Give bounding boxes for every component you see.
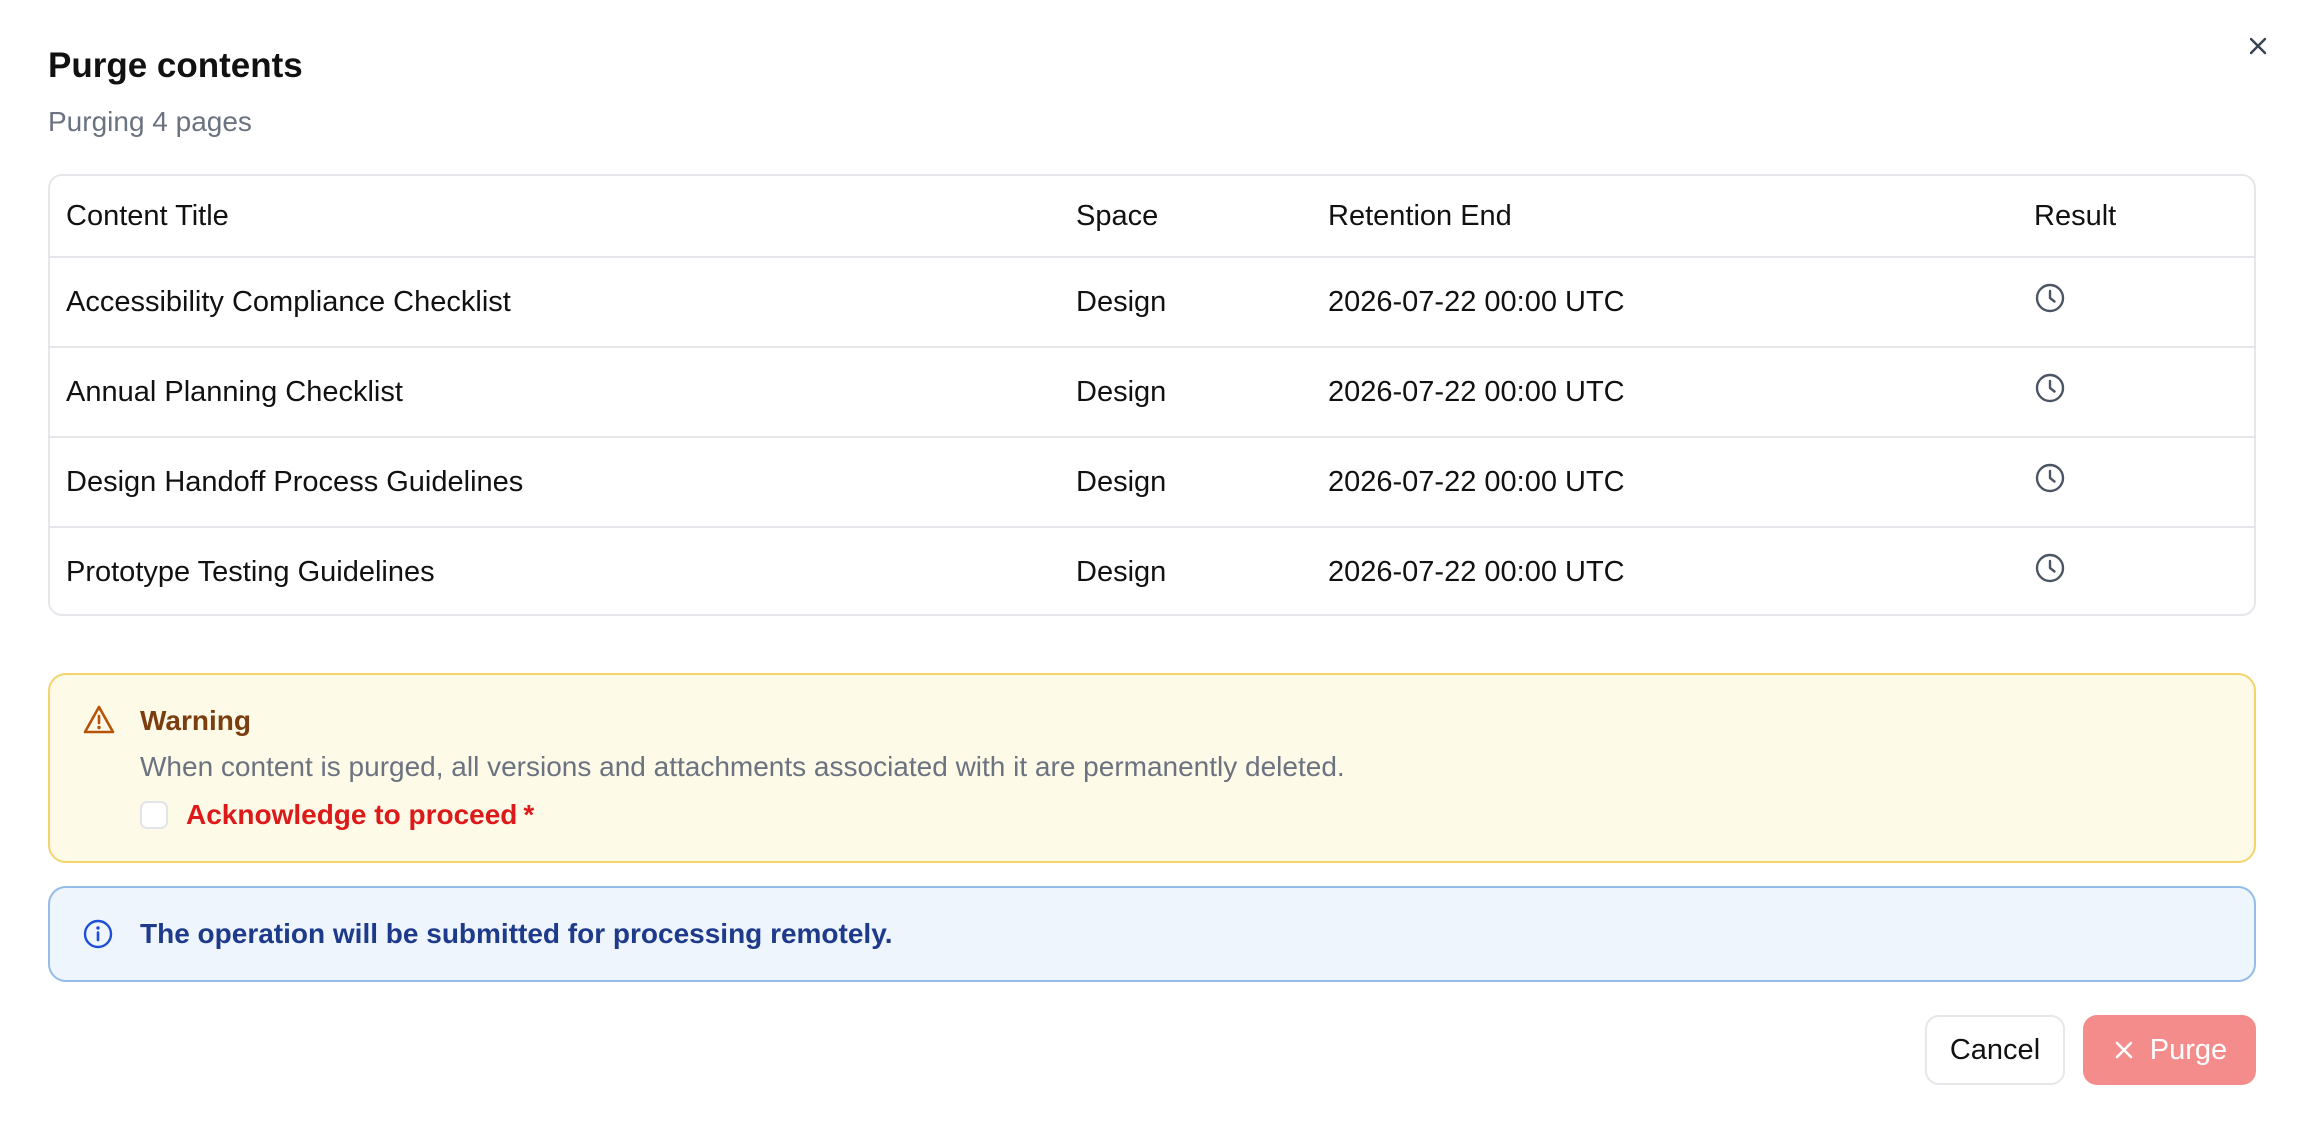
purge-button[interactable]: Purge [2083, 1015, 2256, 1085]
clock-icon [2034, 372, 2066, 404]
info-icon [82, 918, 114, 955]
column-header-content-title: Content Title [50, 176, 1060, 258]
retention-end-cell: 2026-07-22 00:00 UTC [1312, 347, 2018, 438]
result-cell [2018, 437, 2254, 528]
close-icon [2246, 34, 2270, 63]
space-cell: Design [1060, 347, 1312, 438]
result-cell [2018, 347, 2254, 438]
table-row: Prototype Testing Guidelines Design 2026… [50, 527, 2254, 614]
retention-end-cell: 2026-07-22 00:00 UTC [1312, 437, 2018, 528]
table-row: Accessibility Compliance Checklist Desig… [50, 257, 2254, 348]
space-cell: Design [1076, 555, 1167, 588]
retention-end-cell: 2026-07-22 00:00 UTC [1328, 555, 1625, 588]
result-cell [2018, 527, 2254, 614]
dialog-subtitle: Purging 4 pages [48, 106, 252, 137]
warning-triangle-icon [82, 703, 116, 742]
acknowledge-checkbox[interactable]: Acknowledge to proceed * [140, 797, 534, 833]
warning-title: Warning [140, 705, 251, 736]
column-header-space: Space [1060, 176, 1312, 258]
table-header-row: Content Title Space Retention End Result [50, 176, 2254, 258]
content-title-cell: Accessibility Compliance Checklist [50, 257, 1060, 348]
clock-icon [2034, 552, 2066, 584]
contents-table: Content Title Space Retention End Result… [48, 174, 2256, 616]
content-title-cell: Annual Planning Checklist [50, 347, 1060, 438]
column-header-result: Result [2018, 176, 2254, 258]
close-icon [2112, 1038, 2136, 1062]
space-cell: Design [1060, 437, 1312, 528]
purge-label: Purge [2149, 1033, 2228, 1066]
info-alert: The operation will be submitted for proc… [48, 886, 2256, 982]
checkbox-box[interactable] [140, 801, 168, 829]
column-header-retention-end: Retention End [1312, 176, 2018, 258]
result-cell [2018, 257, 2254, 348]
content-title-cell: Prototype Testing Guidelines [66, 555, 435, 588]
clock-icon [2034, 462, 2066, 494]
dialog-title: Purge contents [48, 46, 303, 85]
warning-alert: Warning When content is purged, all vers… [48, 673, 2256, 863]
acknowledge-label: Acknowledge to proceed [186, 799, 518, 830]
table-row: Annual Planning Checklist Design 2026-07… [50, 347, 2254, 438]
table-row: Design Handoff Process Guidelines Design… [50, 437, 2254, 528]
info-message: The operation will be submitted for proc… [140, 918, 893, 949]
purge-dialog: Purge contents Purging 4 pages Content T… [0, 0, 2304, 1136]
close-button[interactable] [2240, 30, 2276, 66]
required-marker: * [523, 799, 535, 830]
cancel-button[interactable]: Cancel [1925, 1015, 2065, 1085]
content-title-cell: Design Handoff Process Guidelines [50, 437, 1060, 528]
space-cell: Design [1060, 257, 1312, 348]
warning-message: When content is purged, all versions and… [140, 751, 1345, 782]
retention-end-cell: 2026-07-22 00:00 UTC [1312, 257, 2018, 348]
clock-icon [2034, 282, 2066, 314]
